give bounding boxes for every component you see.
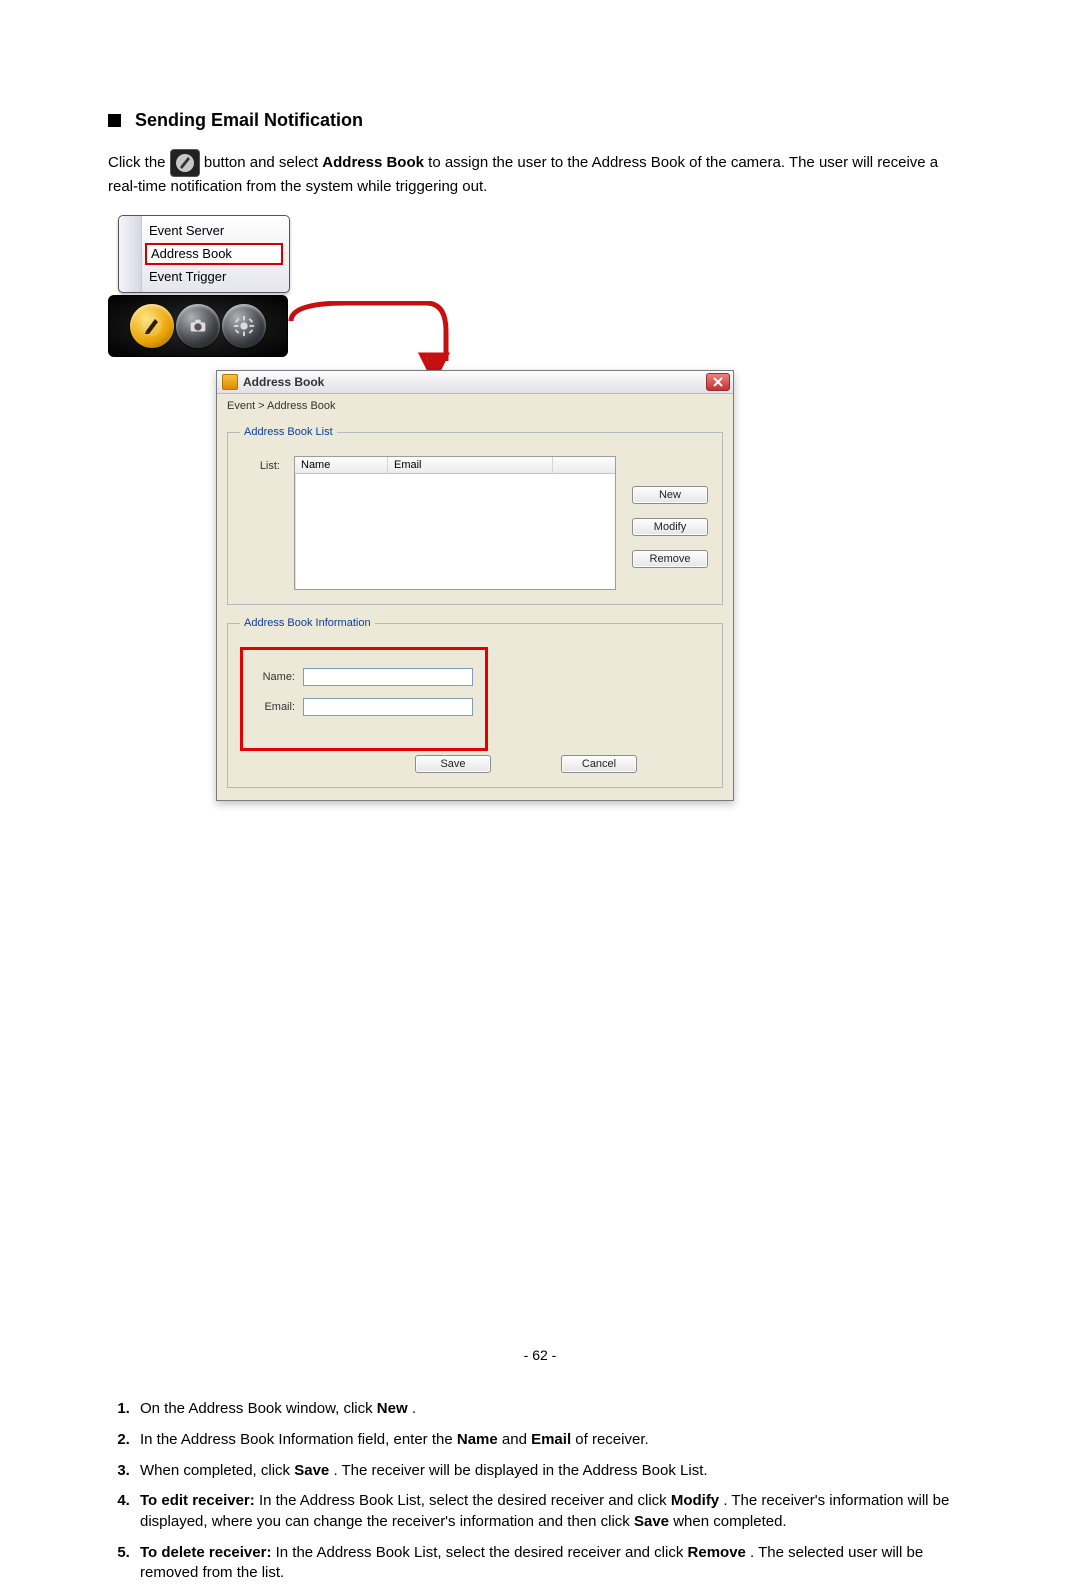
- step-4-bold-save: Save: [634, 1513, 669, 1530]
- app-icon: [222, 374, 238, 390]
- save-button[interactable]: Save: [415, 755, 491, 773]
- intro-paragraph: Click the button and select Address Book…: [108, 149, 972, 197]
- pen-icon: [140, 314, 164, 338]
- step-5: To delete receiver: In the Address Book …: [134, 1539, 972, 1590]
- step-2-bold-email: Email: [531, 1431, 571, 1448]
- email-label: Email:: [255, 701, 295, 713]
- name-label: Name:: [255, 671, 295, 683]
- step-1-bold-new: New: [377, 1400, 408, 1417]
- dialog-bottom-buttons: Save Cancel: [240, 751, 710, 773]
- steps-section: On the Address Book window, click New . …: [108, 1395, 972, 1590]
- close-button[interactable]: [706, 373, 730, 391]
- intro-text-1: Click the: [108, 154, 170, 171]
- step-4-bold-modify: Modify: [671, 1492, 719, 1509]
- new-button[interactable]: New: [632, 486, 708, 504]
- address-book-dialog: Address Book Event > Address Book Addres…: [216, 370, 734, 801]
- group-legend-list: Address Book List: [240, 426, 337, 438]
- step-3: When completed, click Save . The receive…: [134, 1457, 972, 1488]
- dialog-titlebar: Address Book: [217, 371, 733, 394]
- camera-icon: [187, 315, 209, 337]
- address-book-list-group: Address Book List List: Name Email New M…: [227, 426, 723, 605]
- step-2-t1: In the Address Book Information field, e…: [140, 1431, 457, 1448]
- step-3-bold-save: Save: [294, 1462, 329, 1479]
- column-name[interactable]: Name: [295, 457, 388, 473]
- step-4: To edit receiver: In the Address Book Li…: [134, 1487, 972, 1538]
- toolbar-icon-strip: [108, 295, 288, 357]
- step-4-lead: To edit receiver:: [140, 1492, 255, 1509]
- dialog-title: Address Book: [243, 375, 324, 389]
- pen-tool-button[interactable]: [130, 304, 174, 348]
- pen-icon: [170, 149, 200, 177]
- close-icon: [713, 377, 723, 387]
- step-2-t2: and: [502, 1431, 531, 1448]
- step-1-t2: .: [412, 1400, 416, 1417]
- page-number: - 62 -: [0, 1347, 1080, 1363]
- gear-icon: [233, 315, 255, 337]
- table-body[interactable]: [295, 474, 615, 589]
- step-3-t2: . The receiver will be displayed in the …: [333, 1462, 707, 1479]
- settings-tool-button[interactable]: [222, 304, 266, 348]
- step-5-bold-remove: Remove: [688, 1544, 746, 1561]
- section-heading: Sending Email Notification: [108, 110, 972, 131]
- figure-container: Event Server Address Book Event Trigger: [108, 215, 972, 795]
- menu-item-address-book[interactable]: Address Book: [145, 243, 283, 265]
- step-4-t3: when completed.: [673, 1513, 786, 1530]
- step-4-t1: In the Address Book List, select the des…: [259, 1492, 671, 1509]
- email-input[interactable]: [303, 698, 473, 716]
- name-input[interactable]: [303, 668, 473, 686]
- list-side-buttons: New Modify Remove: [630, 456, 710, 568]
- context-menu: Event Server Address Book Event Trigger: [118, 215, 290, 293]
- address-book-info-group: Address Book Information Name: Email: Sa…: [227, 617, 723, 788]
- step-5-t1: In the Address Book List, select the des…: [276, 1544, 688, 1561]
- camera-tool-button[interactable]: [176, 304, 220, 348]
- table-header: Name Email: [295, 457, 615, 474]
- heading-bullet-icon: [108, 114, 121, 127]
- heading-text: Sending Email Notification: [135, 110, 363, 131]
- step-1-t1: On the Address Book window, click: [140, 1400, 377, 1417]
- address-book-table[interactable]: Name Email: [294, 456, 616, 590]
- column-email[interactable]: Email: [388, 457, 553, 473]
- step-5-lead: To delete receiver:: [140, 1544, 271, 1561]
- step-2-t3: of receiver.: [575, 1431, 648, 1448]
- list-label: List:: [240, 456, 280, 472]
- step-3-t1: When completed, click: [140, 1462, 294, 1479]
- intro-text-2: button and select: [204, 154, 322, 171]
- menu-item-event-trigger[interactable]: Event Trigger: [119, 266, 289, 288]
- remove-button[interactable]: Remove: [632, 550, 708, 568]
- step-2-bold-name: Name: [457, 1431, 498, 1448]
- menu-item-event-server[interactable]: Event Server: [119, 220, 289, 242]
- pen-icon-inline: [170, 149, 200, 177]
- intro-bold-address-book: Address Book: [322, 154, 424, 171]
- column-spacer: [553, 457, 615, 473]
- breadcrumb: Event > Address Book: [217, 394, 733, 416]
- step-1: On the Address Book window, click New .: [134, 1395, 972, 1426]
- step-2: In the Address Book Information field, e…: [134, 1426, 972, 1457]
- group-legend-info: Address Book Information: [240, 617, 375, 629]
- info-highlight-box: Name: Email:: [240, 647, 488, 751]
- cancel-button[interactable]: Cancel: [561, 755, 637, 773]
- modify-button[interactable]: Modify: [632, 518, 708, 536]
